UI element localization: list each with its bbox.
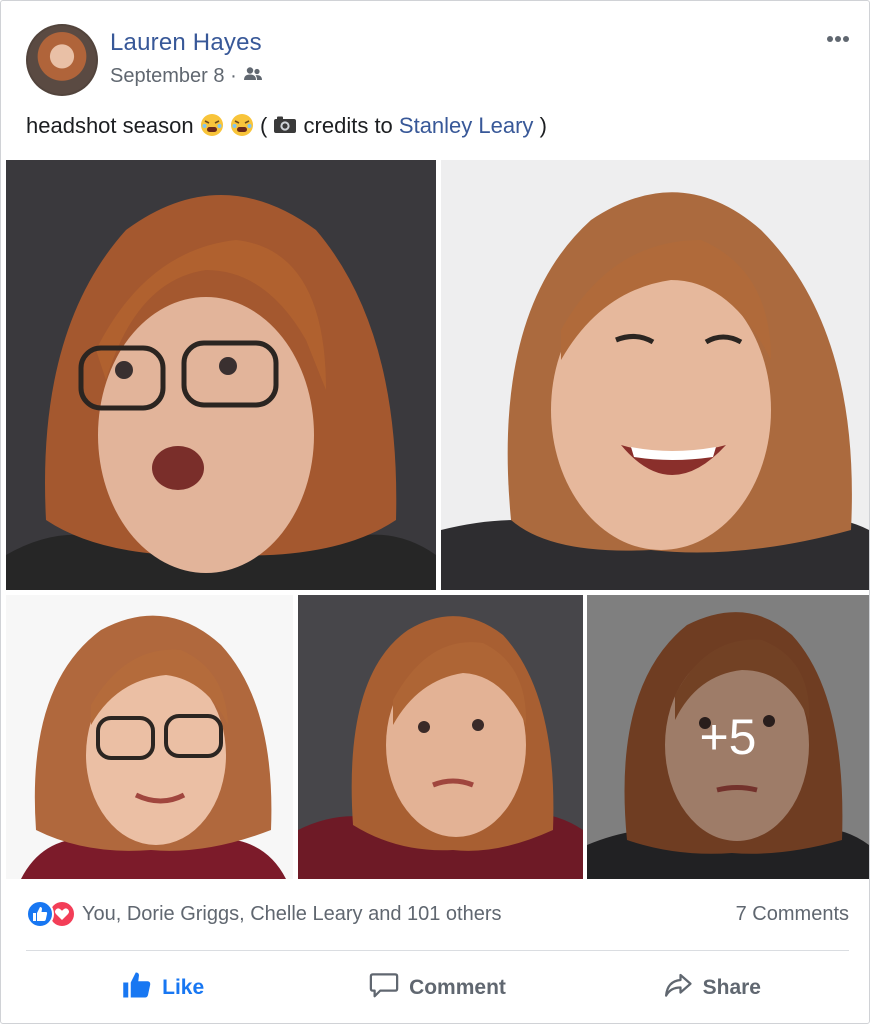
- comment-label: Comment: [409, 976, 506, 999]
- like-button[interactable]: Like: [26, 961, 300, 1015]
- share-label: Share: [702, 976, 761, 999]
- more-photos-count[interactable]: +5: [587, 595, 869, 879]
- caption-close: ): [539, 113, 547, 138]
- post-card: Lauren Hayes September 8 · headshot seas…: [0, 0, 870, 1024]
- friends-icon[interactable]: [243, 65, 263, 88]
- action-bar: Like Comment Share: [26, 961, 849, 1015]
- more-options-icon[interactable]: [821, 25, 855, 53]
- comments-count[interactable]: 7 Comments: [736, 903, 849, 926]
- caption-text: headshot season: [26, 113, 194, 138]
- photo-3[interactable]: [6, 595, 293, 879]
- like-label: Like: [162, 976, 205, 999]
- avatar[interactable]: [26, 24, 98, 96]
- photo-4[interactable]: [298, 595, 583, 879]
- share-button[interactable]: Share: [575, 961, 849, 1015]
- caption-credits: credits to: [303, 113, 399, 138]
- tagged-user-link[interactable]: Stanley Leary: [399, 113, 534, 138]
- tired-face-emoji-icon: [230, 113, 254, 137]
- reactions-summary[interactable]: You, Dorie Griggs, Chelle Leary and 101 …: [26, 900, 502, 928]
- caption-paren: (: [259, 113, 268, 138]
- like-reaction-icon: [26, 900, 54, 928]
- post-caption: headshot season ( credits to Stanley Lea…: [26, 113, 547, 139]
- tired-face-emoji-icon: [200, 113, 224, 137]
- photo-2[interactable]: [441, 160, 869, 590]
- post-meta: September 8 ·: [110, 65, 263, 88]
- comment-icon: [369, 970, 399, 1006]
- divider: [26, 950, 849, 951]
- photo-5-more[interactable]: +5: [587, 595, 869, 879]
- thumbs-up-icon: [122, 970, 152, 1006]
- comment-button[interactable]: Comment: [300, 961, 574, 1015]
- reactions-text[interactable]: You, Dorie Griggs, Chelle Leary and 101 …: [82, 903, 502, 926]
- camera-emoji-icon: [273, 113, 297, 137]
- photo-1[interactable]: [6, 160, 436, 590]
- share-arrow-icon: [663, 970, 693, 1006]
- author-name[interactable]: Lauren Hayes: [110, 29, 262, 57]
- post-date[interactable]: September 8 ·: [110, 65, 237, 88]
